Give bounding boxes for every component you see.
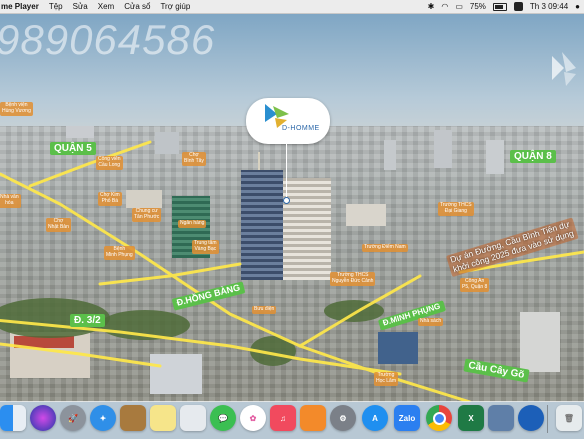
safari-icon[interactable]: ✦ (90, 405, 116, 431)
music-icon[interactable]: ♫ (270, 405, 296, 431)
battery-percent[interactable]: 75% (470, 0, 486, 13)
battery-icon[interactable] (492, 2, 507, 11)
bluetooth-icon[interactable]: ✱ (428, 0, 435, 13)
appstore-icon[interactable]: A (362, 405, 388, 431)
d-homme-badge: D-HOMME (246, 98, 330, 144)
screen-icon[interactable] (488, 405, 514, 431)
phone-watermark: 989064586 (0, 16, 216, 63)
poi-label: Công viên Cầu Long (96, 156, 123, 170)
notes-icon[interactable] (120, 405, 146, 431)
poi-label: Trường THCS Đại Giang (438, 202, 474, 216)
poi-label: Ngân hàng (178, 220, 207, 228)
poi-label: Trường THCS Nguyễn Đức Cảnh (330, 272, 376, 286)
photos-icon[interactable]: ✿ (240, 405, 266, 431)
preview-icon[interactable] (180, 405, 206, 431)
road-overlay (0, 140, 584, 402)
poi-label: Bưu điện (252, 306, 277, 314)
poi-label: Trường Học Lâm (374, 372, 399, 386)
menu-window[interactable]: Cửa sổ (124, 2, 150, 11)
chrome-icon[interactable] (426, 405, 452, 431)
finder-icon[interactable] (0, 405, 26, 431)
user-icon[interactable]: ● (575, 0, 580, 13)
stickies-icon[interactable] (150, 405, 176, 431)
menu-help[interactable]: Trợ giúp (160, 2, 190, 11)
zalo-icon[interactable]: Zalo (394, 405, 420, 431)
poi-label: Bệnh Minh Phụng (104, 246, 135, 260)
clock[interactable]: Th 3 09:44 (530, 0, 568, 13)
input-source-icon[interactable] (513, 2, 523, 11)
app-menu[interactable]: me Player (1, 2, 39, 11)
display-icon[interactable]: ▭ (455, 0, 463, 13)
poi-label: Nhà văn hóa (0, 194, 21, 208)
settings-icon[interactable]: ⚙ (330, 405, 356, 431)
excel-icon[interactable]: X (458, 405, 484, 431)
menu-view[interactable]: Xem (98, 2, 114, 11)
poi-label: Trường Điểm Nam (362, 244, 408, 252)
launchpad-icon[interactable]: 🚀 (60, 405, 86, 431)
road-label-3-2: Đ. 3/2 (70, 314, 105, 327)
poi-label: Trung tâm Vàng Bạc (192, 240, 219, 254)
menu-edit[interactable]: Sửa (73, 2, 88, 11)
poi-label: Nhà sách (418, 318, 444, 326)
poi-label: Chợ Kim Phố Bá (98, 192, 122, 206)
poi-label: Chợ Bình Tây (182, 152, 206, 166)
poi-label: Chợ Nhật Bản (46, 218, 71, 232)
district-label-quan5: QUẬN 5 (50, 142, 96, 155)
messages-icon[interactable]: 💬 (210, 405, 236, 431)
corner-logo-icon (552, 52, 576, 86)
siri-icon[interactable] (30, 405, 56, 431)
dock-separator (547, 405, 548, 433)
badge-pin-dot (283, 197, 290, 204)
poi-label: Công An P5, Quận 8 (460, 278, 490, 292)
district-label-quan8: QUẬN 8 (510, 150, 556, 163)
menu-file[interactable]: Tệp (49, 2, 63, 11)
wifi-icon[interactable]: ◠ (441, 0, 448, 13)
video-frame: 989064586 D-HOMME QUẬN 5 QUẬN 8 Đ.HỒNG B… (0, 14, 584, 402)
badge-pin-line (286, 144, 287, 198)
poi-label: Bệnh viện Hùng Vương (0, 102, 33, 116)
browser-icon[interactable] (518, 405, 544, 431)
books-icon[interactable] (300, 405, 326, 431)
d-homme-logo-text: D-HOMME (282, 125, 320, 132)
menu-bar: me Player Tệp Sửa Xem Cửa sổ Trợ giúp ✱ … (0, 0, 584, 14)
poi-label: Chung cư Tân Phước (132, 208, 162, 222)
trash-icon[interactable]: 🗑 (556, 405, 582, 431)
